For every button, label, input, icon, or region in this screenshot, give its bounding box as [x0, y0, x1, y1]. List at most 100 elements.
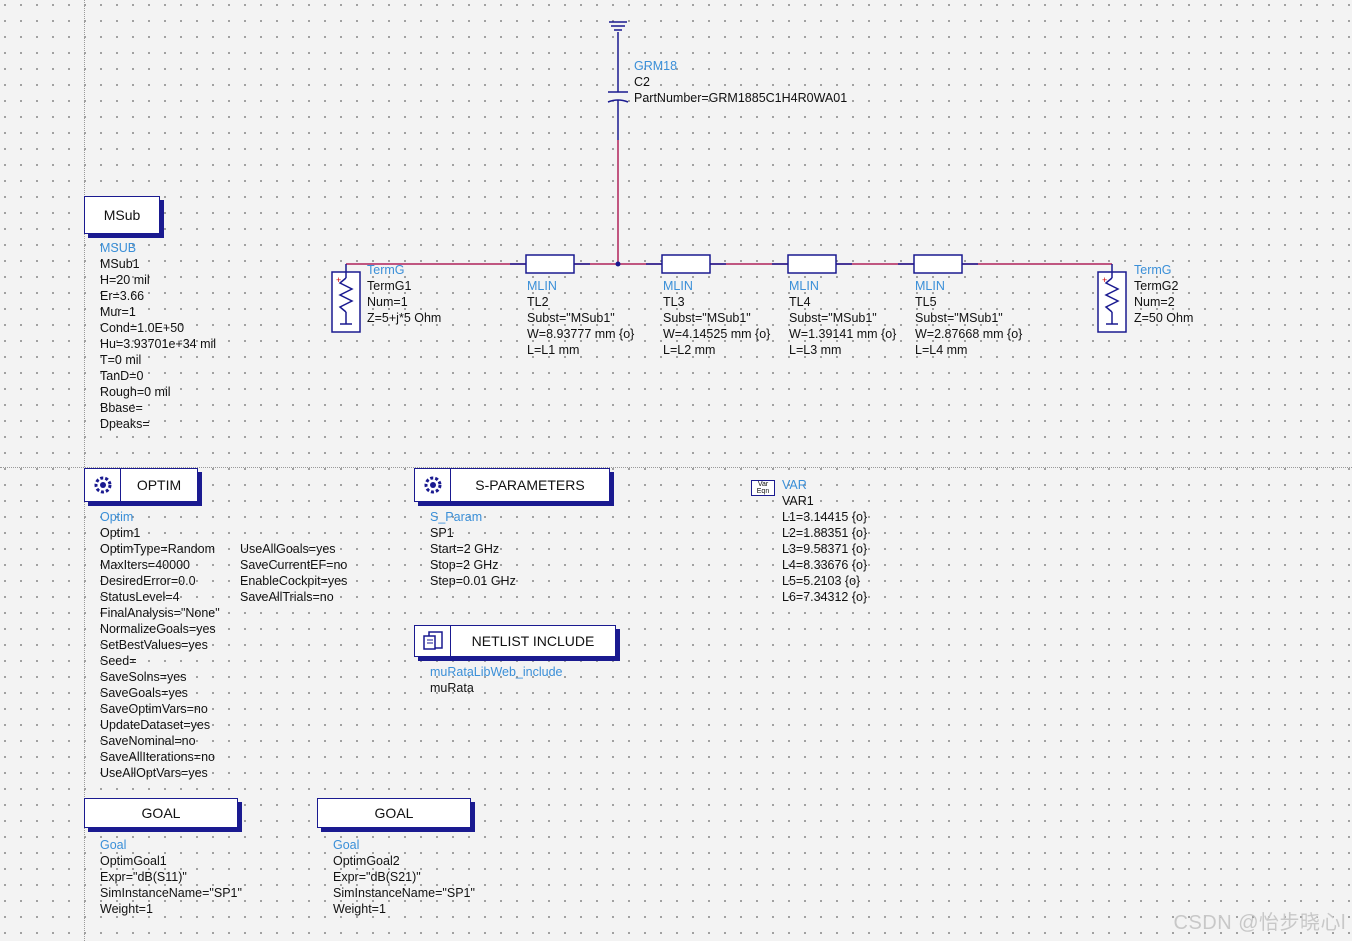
term-g2-lib: TermG — [1134, 263, 1172, 277]
optim-param: UseAllGoals=yes — [240, 542, 336, 556]
goal2-label[interactable]: Goal OptimGoal2 Expr="dB(S21)" SimInstan… — [333, 837, 475, 917]
s-parameters-box[interactable]: S-PARAMETERS — [414, 468, 610, 502]
goal1-label[interactable]: Goal OptimGoal1 Expr="dB(S11)" SimInstan… — [100, 837, 242, 917]
var-label[interactable]: VAR VAR1 L1=3.14415 {o} L2=1.88351 {o} L… — [782, 477, 867, 605]
optim-label[interactable]: Optim Optim1 OptimType=Random MaxIters=4… — [100, 509, 220, 781]
capacitor-name: C2 — [634, 75, 650, 89]
netlist-include-box-label: NETLIST INCLUDE — [471, 633, 595, 649]
optim-param: UseAllOptVars=yes — [100, 766, 208, 780]
tl5-param: L=L4 mm — [915, 343, 968, 357]
csdn-watermark: CSDN @怡步晓心l — [1173, 912, 1346, 934]
optim-param: OptimType=Random — [100, 542, 215, 556]
term-g2-param: Z=50 Ohm — [1134, 311, 1194, 325]
tl4-param: W=1.39141 mm {o} — [789, 327, 897, 341]
optim-param: EnableCockpit=yes — [240, 574, 348, 588]
term-g1-label[interactable]: TermG TermG1 Num=1 Z=5+j*5 Ohm — [367, 262, 441, 326]
goal2-param: Expr="dB(S21)" — [333, 870, 421, 884]
optim-param: FinalAnalysis="None" — [100, 606, 220, 620]
var-eqn-icon-text: Var Eqn — [756, 481, 770, 495]
term-g1-symbol[interactable]: + — [331, 264, 361, 333]
optim-label-col2[interactable]: UseAllGoals=yes SaveCurrentEF=no EnableC… — [240, 541, 347, 605]
optim-gear-icon — [85, 469, 121, 501]
msub-param: Mur=1 — [100, 305, 136, 319]
tl4-param: Subst="MSub1" — [789, 311, 877, 325]
netlist-include-box[interactable]: NETLIST INCLUDE — [414, 625, 616, 657]
msub-lib: MSUB — [100, 241, 137, 255]
goal2-box[interactable]: GOAL — [317, 798, 471, 828]
optim-param: DesiredError=0.0 — [100, 574, 196, 588]
var-param: L4=8.33676 {o} — [782, 558, 868, 572]
netlist-include-label[interactable]: muRataLibWeb_include muRata — [430, 664, 563, 696]
optim-param: StatusLevel=4 — [100, 590, 180, 604]
tl3-lib: MLIN — [663, 279, 693, 293]
goal2-param: Weight=1 — [333, 902, 386, 916]
tl5-symbol[interactable] — [898, 254, 978, 274]
var-lib: VAR — [782, 478, 807, 492]
optim-param: MaxIters=40000 — [100, 558, 190, 572]
term-g2-label[interactable]: TermG TermG2 Num=2 Z=50 Ohm — [1134, 262, 1193, 326]
goal1-param: Expr="dB(S11)" — [100, 870, 187, 884]
optim-param: SaveNominal=no — [100, 734, 196, 748]
var-param: L3=9.58371 {o} — [782, 542, 868, 556]
goal1-box-label: GOAL — [141, 805, 181, 821]
netlist-include-name: muRata — [430, 681, 474, 695]
optim-param: SaveCurrentEF=no — [240, 558, 348, 572]
optim-lib: Optim — [100, 510, 134, 524]
msub-param: H=20 mil — [100, 273, 150, 287]
optim-param: UpdateDataset=yes — [100, 718, 211, 732]
svg-text:+: + — [336, 275, 341, 285]
msub-label[interactable]: MSUB MSub1 H=20 mil Er=3.66 Mur=1 Cond=1… — [100, 240, 216, 432]
var-param: L2=1.88351 {o} — [782, 526, 868, 540]
tl2-param: W=8.93777 mm {o} — [527, 327, 635, 341]
optim-param: SaveGoals=yes — [100, 686, 188, 700]
tl3-symbol[interactable] — [646, 254, 726, 274]
term-g2-symbol[interactable]: + — [1097, 264, 1127, 333]
optim-box[interactable]: OPTIM — [84, 468, 198, 502]
capacitor-c2-symbol — [607, 62, 629, 140]
term-g2-name: TermG2 — [1134, 279, 1179, 293]
capacitor-param: PartNumber=GRM1885C1H4R0WA01 — [634, 91, 848, 105]
tl3-param: Subst="MSub1" — [663, 311, 751, 325]
var-param: L6=7.34312 {o} — [782, 590, 868, 604]
tl4-lib: MLIN — [789, 279, 819, 293]
s-parameters-lib: S_Param — [430, 510, 483, 524]
tl2-lib: MLIN — [527, 279, 557, 293]
optim-param: Seed= — [100, 654, 137, 668]
goal1-box[interactable]: GOAL — [84, 798, 238, 828]
tl5-label[interactable]: MLIN TL5 Subst="MSub1" W=2.87668 mm {o} … — [915, 278, 1022, 358]
tl4-symbol[interactable] — [772, 254, 852, 274]
msub-param: Dpeaks= — [100, 417, 150, 431]
netlist-document-icon — [415, 626, 451, 656]
optim-param: SaveOptimVars=no — [100, 702, 208, 716]
svg-text:+: + — [1102, 275, 1107, 285]
optim-name: Optim1 — [100, 526, 141, 540]
tl2-label[interactable]: MLIN TL2 Subst="MSub1" W=8.93777 mm {o} … — [527, 278, 634, 358]
capacitor-lib: GRM18 — [634, 59, 678, 73]
schematic-canvas[interactable]: + + GRM18 C2 PartNumber=GRM1885C1H4R0WA0… — [0, 0, 1352, 941]
tl4-label[interactable]: MLIN TL4 Subst="MSub1" W=1.39141 mm {o} … — [789, 278, 896, 358]
var-eqn-icon[interactable]: Var Eqn — [751, 480, 775, 496]
tl3-label[interactable]: MLIN TL3 Subst="MSub1" W=4.14525 mm {o} … — [663, 278, 770, 358]
s-parameters-param: Stop=2 GHz — [430, 558, 499, 572]
s-parameters-gear-icon — [415, 469, 451, 501]
tl2-symbol[interactable] — [510, 254, 590, 274]
tl5-lib: MLIN — [915, 279, 945, 293]
msub-box[interactable]: MSub — [84, 196, 160, 234]
s-parameters-param: Start=2 GHz — [430, 542, 500, 556]
tl3-param: L=L2 mm — [663, 343, 716, 357]
msub-box-label: MSub — [103, 207, 141, 223]
s-parameters-label[interactable]: S_Param SP1 Start=2 GHz Stop=2 GHz Step=… — [430, 509, 516, 589]
term-g1-name: TermG1 — [367, 279, 412, 293]
ground-symbol — [609, 21, 627, 62]
capacitor-c2-label[interactable]: GRM18 C2 PartNumber=GRM1885C1H4R0WA01 — [634, 58, 847, 106]
optim-param: SaveAllIterations=no — [100, 750, 216, 764]
msub-param: T=0 mil — [100, 353, 142, 367]
msub-param: Hu=3.93701e+34 mil — [100, 337, 217, 351]
tl3-name: TL3 — [663, 295, 685, 309]
tl2-name: TL2 — [527, 295, 549, 309]
optim-param: SaveAllTrials=no — [240, 590, 334, 604]
tl4-param: L=L3 mm — [789, 343, 842, 357]
s-parameters-name: SP1 — [430, 526, 454, 540]
goal1-lib: Goal — [100, 838, 127, 852]
goal2-param: SimInstanceName="SP1" — [333, 886, 475, 900]
